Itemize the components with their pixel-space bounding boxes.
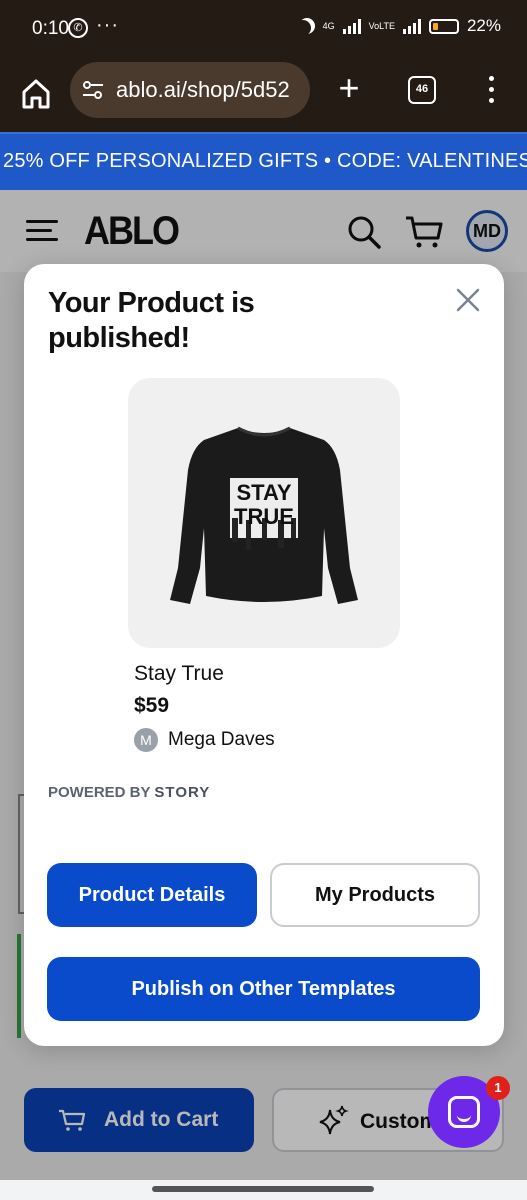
status-icons: 4G VoLTE 22%	[299, 16, 501, 36]
powered-by: POWERED BY STORY	[48, 784, 210, 801]
dnd-moon-icon	[295, 20, 311, 36]
product-details-button[interactable]: Product Details	[47, 863, 257, 927]
powered-by-label: POWERED BY	[48, 784, 151, 801]
url-text[interactable]: ablo.ai/shop/5d52	[116, 77, 290, 103]
signal-icon-2	[402, 18, 421, 34]
more-notifications-icon: ···	[96, 14, 119, 36]
home-icon[interactable]	[20, 76, 52, 112]
address-bar[interactable]: ablo.ai/shop/5d52	[70, 62, 310, 118]
site-settings-icon[interactable]	[82, 80, 104, 100]
published-modal: Your Product is published! STAY TRUE Sta…	[24, 264, 504, 1046]
signal-icon	[342, 18, 361, 34]
modal-title: Your Product is published!	[48, 287, 255, 354]
browser-menu-icon[interactable]	[486, 76, 496, 106]
graphic-text-stay: STAY	[236, 480, 291, 505]
status-bar: 0:10 ✆ ··· 4G VoLTE 22%	[0, 0, 527, 60]
publish-other-templates-button[interactable]: Publish on Other Templates	[47, 957, 480, 1021]
product-image[interactable]: STAY TRUE	[128, 378, 400, 648]
battery-level: 22%	[466, 16, 501, 35]
network-type-1: 4G	[322, 20, 335, 31]
creator-name: Mega Daves	[168, 729, 275, 750]
sweatshirt-image: STAY TRUE	[170, 426, 358, 604]
promo-text: 25% OFF PERSONALIZED GIFTS • CODE: VALEN…	[3, 150, 527, 172]
network-type-2: VoLTE	[368, 20, 395, 31]
status-time: 0:10	[32, 18, 69, 39]
graphic-text-true: TRUE	[234, 504, 294, 529]
chat-badge: 1	[486, 1076, 510, 1100]
story-logo: STORY	[154, 784, 211, 801]
promo-banner[interactable]: 25% OFF PERSONALIZED GIFTS • CODE: VALEN…	[0, 132, 527, 190]
product-name[interactable]: Stay True	[134, 662, 224, 686]
my-products-button[interactable]: My Products	[270, 863, 480, 927]
battery-icon	[428, 18, 459, 34]
product-price: $59	[134, 694, 170, 717]
new-tab-icon[interactable]: +	[334, 68, 364, 108]
creator-avatar: M	[134, 728, 158, 752]
whatsapp-icon: ✆	[68, 18, 88, 38]
tab-switcher-button[interactable]: 46	[408, 76, 436, 104]
gesture-handle[interactable]	[152, 1186, 374, 1192]
chat-icon	[448, 1096, 480, 1128]
close-icon[interactable]	[454, 286, 482, 314]
browser-toolbar: ablo.ai/shop/5d52 + 46	[0, 60, 527, 132]
